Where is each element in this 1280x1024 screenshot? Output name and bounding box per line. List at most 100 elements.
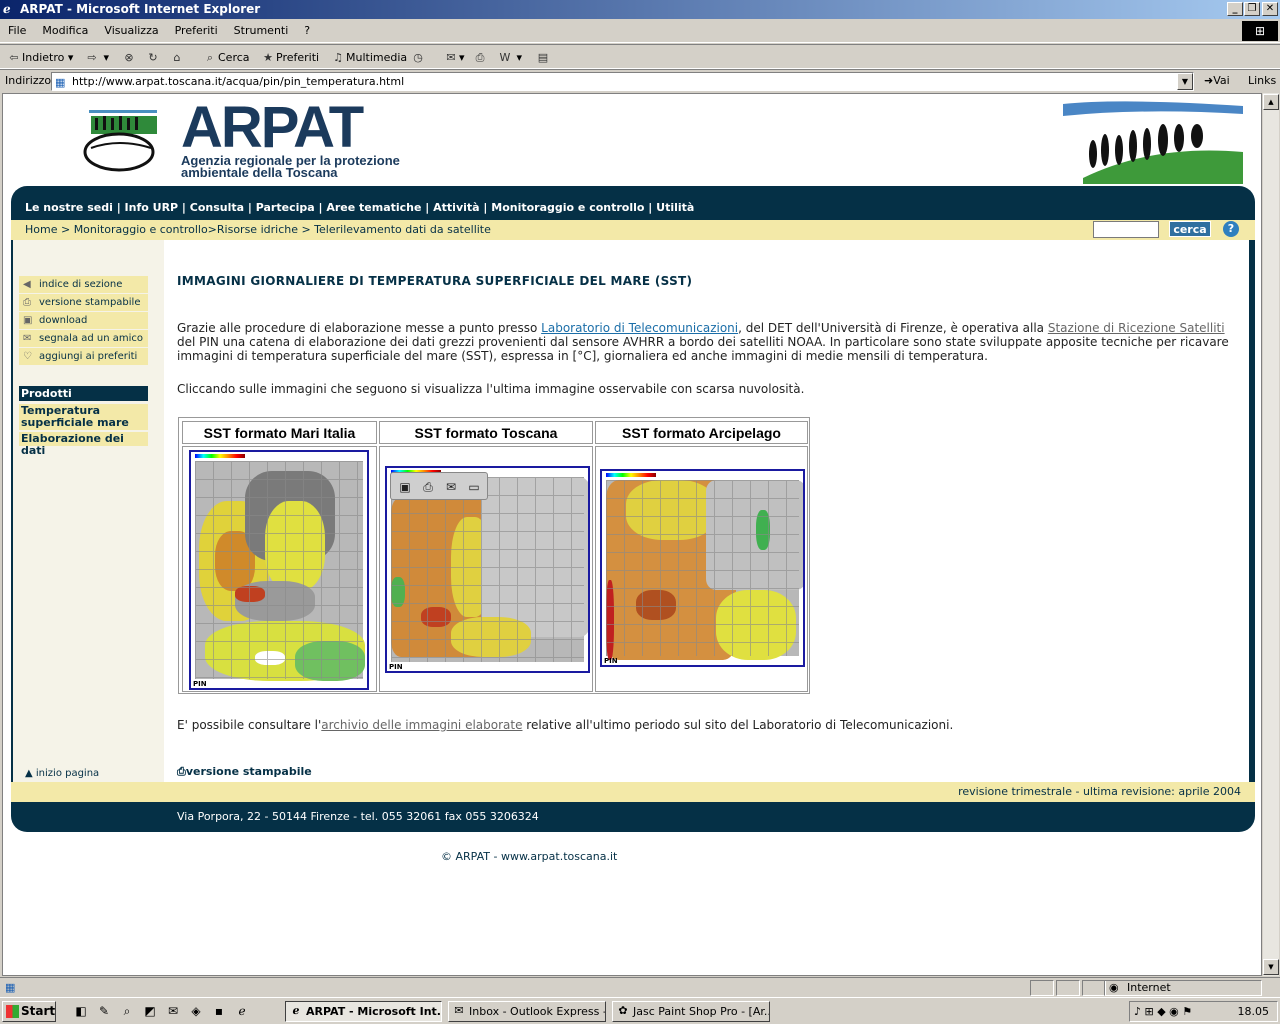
forward-button[interactable]: ⇨ ▾	[84, 48, 109, 67]
product-elaborazione[interactable]: Elaborazione dei dati	[19, 432, 148, 457]
tool-send-friend[interactable]: ✉ segnala ad un amico	[19, 330, 148, 347]
stop-button[interactable]: ⊗	[121, 48, 137, 67]
edit-button[interactable]: W ▾	[497, 48, 522, 67]
favorites-icon: ★	[263, 51, 273, 64]
discuss-icon: ▤	[537, 51, 549, 64]
archive-link[interactable]: archivio delle immagini elaborate	[321, 718, 522, 732]
window-title-bar: ℯ ARPAT - Microsoft Internet Explorer _ …	[0, 0, 1280, 19]
tool-add-favorites[interactable]: ♡ aggiungi ai preferiti	[19, 348, 148, 365]
start-button[interactable]: Start	[2, 1001, 56, 1022]
print-button[interactable]: ⎙	[472, 48, 488, 67]
system-tray: ♪ ⊞ ◆ ◉ ⚑ 18.05	[1129, 1001, 1278, 1022]
site-search-input[interactable]	[1093, 221, 1159, 238]
status-bar: ▦ ◉ Internet	[0, 977, 1280, 997]
menu-preferiti[interactable]: Preferiti	[167, 19, 226, 43]
print-version-link[interactable]: ⎙versione stampabile	[177, 765, 312, 779]
paintshop-icon: ✿	[618, 1004, 628, 1017]
go-button[interactable]: ➜Vai	[1204, 74, 1230, 87]
table-header-italia: SST formato Mari Italia	[182, 421, 377, 444]
close-button[interactable]: ✕	[1262, 2, 1278, 16]
home-button[interactable]: ⌂	[169, 48, 185, 67]
quicklaunch-search-icon[interactable]: ⌕	[119, 1003, 135, 1019]
maximize-button[interactable]: ❐	[1244, 2, 1260, 16]
open-folder-icon[interactable]: ▭	[466, 479, 482, 495]
address-dropdown[interactable]: ▼	[1177, 73, 1193, 90]
menu-strumenti[interactable]: Strumenti	[226, 19, 297, 43]
window-title: ARPAT - Microsoft Internet Explorer	[20, 2, 261, 16]
toolbar: ⇦ Indietro ▾ ⇨ ▾ ⊗ ↻ ⌂ ⌕ Cerca ★ Preferiti …	[0, 44, 1280, 69]
sst-italia-image[interactable]: PIN	[189, 450, 369, 690]
forward-arrow-icon: ⇨	[87, 51, 97, 64]
save-image-icon[interactable]: ▣	[397, 479, 413, 495]
stazione-ricezione-link[interactable]: Stazione di Ricezione Satelliti	[1048, 321, 1225, 335]
taskbar: Start ◧ ✎ ⌕ ◩ ✉ ◈ ▪ ℯ ℯ ARPAT - Microsoft…	[0, 997, 1280, 1024]
product-sst[interactable]: Temperatura superficiale mare	[19, 404, 148, 430]
menu-bar: File Modifica Visualizza Preferiti Strumenti…	[0, 19, 1280, 43]
click-images-paragraph: Cliccando sulle immagini che seguono si …	[177, 382, 805, 396]
print-icon: ⎙	[475, 51, 485, 64]
history-button[interactable]: ◷	[410, 48, 426, 67]
site-nav-links[interactable]: Le nostre sedi | Info URP | Consulta | P…	[25, 201, 694, 214]
outlook-icon: ✉	[454, 1004, 464, 1017]
task-outlook[interactable]: ✉ Inbox - Outlook Express -...	[448, 1001, 606, 1022]
back-to-top-link[interactable]: ▲ inizio pagina	[25, 768, 99, 779]
breadcrumb[interactable]: Home > Monitoraggio e controllo>Risorse …	[25, 223, 491, 236]
quicklaunch-notepad-icon[interactable]: ✎	[96, 1003, 112, 1019]
quicklaunch-desktop-icon[interactable]: ◧	[73, 1003, 89, 1019]
help-icon[interactable]: ?	[1223, 221, 1239, 237]
quicklaunch-app-icon[interactable]: ◩	[142, 1003, 158, 1019]
print-image-icon[interactable]: ⎙	[420, 479, 436, 495]
tool-section-index[interactable]: ◀ indice di sezione	[19, 276, 148, 293]
globe-icon: ◉	[1109, 981, 1119, 994]
envelope-icon: ✉	[23, 333, 32, 344]
address-input[interactable]: ▦ http://www.arpat.toscana.it/acqua/pin/p…	[51, 72, 1194, 91]
links-button[interactable]: Links	[1248, 74, 1276, 87]
task-paintshop[interactable]: ✿ Jasc Paint Shop Pro - [Ar...	[612, 1001, 770, 1022]
page-heading: IMMAGINI GIORNALIERE DI TEMPERATURA SUPE…	[177, 274, 693, 288]
quicklaunch-paint-icon[interactable]: ◈	[188, 1003, 204, 1019]
sst-arcipelago-image[interactable]: PIN	[600, 469, 805, 667]
refresh-icon: ↻	[148, 51, 158, 64]
quicklaunch-ie-icon[interactable]: ℯ	[234, 1003, 250, 1019]
products-header: Prodotti	[19, 386, 148, 401]
quicklaunch-mail-icon[interactable]: ✉	[165, 1003, 181, 1019]
copyright: © ARPAT - www.arpat.toscana.it	[441, 850, 618, 863]
discuss-button[interactable]: ▤	[535, 48, 551, 67]
address-label: Indirizzo	[5, 74, 52, 87]
quicklaunch-cmd-icon[interactable]: ▪	[211, 1003, 227, 1019]
triangle-up-icon: ▲	[25, 768, 33, 779]
printer-icon: ⎙	[23, 297, 31, 308]
menu-modifica[interactable]: Modifica	[34, 19, 96, 43]
search-button[interactable]: ⌕ Cerca	[202, 48, 250, 67]
color-scale	[606, 473, 656, 477]
menu-file[interactable]: File	[0, 19, 34, 43]
back-arrow-icon: ⇦	[9, 51, 19, 64]
media-button[interactable]: ♫ Multimedia	[330, 48, 407, 67]
mail-button[interactable]: ✉ ▾	[443, 48, 464, 67]
search-icon: ⌕	[206, 51, 214, 64]
menu-help[interactable]: ?	[296, 19, 318, 43]
vertical-scrollbar[interactable]: ▲ ▼	[1262, 93, 1279, 976]
mail-image-icon[interactable]: ✉	[443, 479, 459, 495]
page-icon: ▦	[55, 76, 66, 89]
task-arpat-ie[interactable]: ℯ ARPAT - Microsoft Int...	[285, 1001, 442, 1022]
back-button[interactable]: ⇦ Indietro ▾	[6, 48, 73, 67]
tray-icons[interactable]: ♪ ⊞ ◆ ◉ ⚑	[1134, 1002, 1192, 1021]
site-logo-text[interactable]: ARPAT	[181, 99, 364, 157]
favorites-button[interactable]: ★ Preferiti	[260, 48, 319, 67]
footer-address: Via Porpora, 22 - 50144 Firenze - tel. 0…	[177, 810, 539, 823]
minimize-button[interactable]: _	[1227, 2, 1243, 16]
left-border	[11, 240, 13, 782]
menu-visualizza[interactable]: Visualizza	[96, 19, 166, 43]
table-header-toscana: SST formato Toscana	[379, 421, 593, 444]
tool-download[interactable]: ▣ download	[19, 312, 148, 329]
revision-text: revisione trimestrale - ultima revisione…	[958, 785, 1241, 798]
site-search-button[interactable]: cerca	[1169, 221, 1211, 237]
refresh-button[interactable]: ↻	[145, 48, 161, 67]
tool-print-version[interactable]: ⎙ versione stampabile	[19, 294, 148, 311]
scroll-down-button[interactable]: ▼	[1263, 959, 1279, 975]
scroll-up-button[interactable]: ▲	[1263, 94, 1279, 110]
mail-icon: ✉	[446, 51, 456, 64]
lab-telecom-link[interactable]: Laboratorio di Telecomunicazioni	[541, 321, 738, 335]
triangle-left-icon: ◀	[23, 279, 31, 290]
